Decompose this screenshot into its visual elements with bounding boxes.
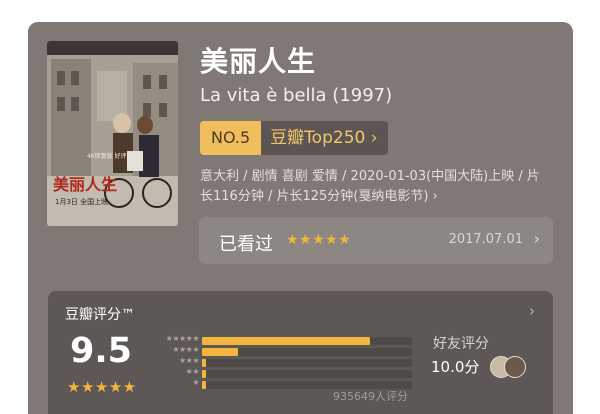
distribution-bar bbox=[202, 348, 238, 356]
friend-rating-label: 好友评分 bbox=[433, 336, 489, 352]
rating-score: 9.5 bbox=[70, 331, 133, 371]
star-level-label: ★ bbox=[192, 378, 199, 387]
star-level-label: ★★★ bbox=[178, 356, 200, 365]
friend-avatar bbox=[504, 356, 526, 378]
my-rating-stars: ★★★★★ bbox=[286, 232, 352, 248]
movie-title: 美丽人生 bbox=[200, 45, 317, 78]
distribution-bar bbox=[202, 359, 206, 367]
distribution-track bbox=[202, 348, 412, 356]
star-level-label: ★★★★ bbox=[172, 345, 199, 354]
distribution-row: ★★ bbox=[152, 367, 412, 379]
star-level-label: ★★★★★ bbox=[165, 334, 200, 343]
distribution-track bbox=[202, 370, 412, 378]
top250-rank-badge[interactable]: NO.5 豆瓣Top250 › bbox=[200, 121, 388, 155]
distribution-bar bbox=[202, 381, 206, 389]
rating-count: 935649人评分 bbox=[333, 390, 408, 403]
seen-status-row[interactable]: 已看过 ★★★★★ 2017.07.01 › bbox=[199, 217, 553, 264]
movie-poster[interactable]: 4K修复版 好评 美丽人生 1月3日 全国上映 bbox=[47, 41, 178, 226]
rating-stars: ★★★★★ bbox=[67, 378, 137, 396]
chevron-right-icon[interactable]: › bbox=[529, 302, 535, 320]
distribution-track bbox=[202, 337, 412, 345]
movie-meta-info[interactable]: 意大利 / 剧情 喜剧 爱情 / 2020-01-03(中国大陆)上映 / 片长… bbox=[200, 167, 540, 207]
seen-label: 已看过 bbox=[219, 234, 273, 255]
rank-list-link: 豆瓣Top250 › bbox=[261, 121, 388, 155]
star-level-label: ★★ bbox=[185, 367, 200, 376]
distribution-track bbox=[202, 359, 412, 367]
original-title: La vita è bella (1997) bbox=[200, 85, 393, 106]
distribution-bar bbox=[202, 337, 370, 345]
douban-rating-panel[interactable]: 豆瓣评分™ › 9.5 ★★★★★ ★★★★★ ★★★★ ★★★ ★★ ★ 93… bbox=[48, 291, 553, 414]
poster-date: 1月3日 全国上映 bbox=[55, 198, 109, 206]
friend-rating-score: 10.0分 bbox=[431, 358, 480, 376]
poster-top-text: 4K修复版 好评 bbox=[87, 153, 127, 160]
seen-date: 2017.07.01 bbox=[448, 232, 523, 247]
poster-title: 美丽人生 bbox=[53, 175, 118, 194]
rank-number: NO.5 bbox=[200, 121, 262, 155]
rating-title: 豆瓣评分™ bbox=[65, 307, 135, 323]
distribution-bar bbox=[202, 370, 206, 378]
chevron-right-icon: › bbox=[533, 229, 540, 248]
